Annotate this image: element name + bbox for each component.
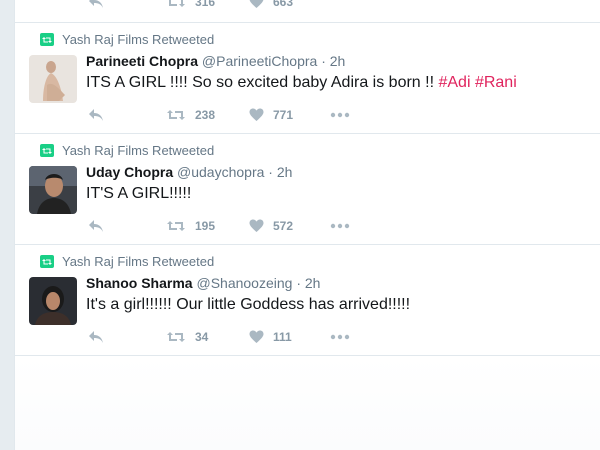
retweet-icon <box>40 33 54 46</box>
retweet-count: 238 <box>195 108 216 122</box>
retweet-button[interactable]: 316 <box>166 0 215 12</box>
more-button[interactable] <box>330 327 350 347</box>
like-button[interactable]: 572 <box>249 216 293 236</box>
reply-icon <box>89 220 103 232</box>
like-count: 663 <box>273 0 294 9</box>
retweet-button[interactable]: 34 <box>166 327 208 347</box>
avatar[interactable] <box>29 166 77 214</box>
tweet-text: ITS A GIRL !!!! So so excited baby Adira… <box>86 72 517 94</box>
like-count: 572 <box>273 219 294 233</box>
tweet-actions: 316 663 <box>86 0 506 12</box>
retweet-context: Yash Raj Films Retweeted <box>40 32 215 48</box>
retweet-count: 316 <box>195 0 216 9</box>
more-icon <box>330 334 350 340</box>
more-button[interactable] <box>330 105 350 125</box>
avatar[interactable] <box>29 277 77 325</box>
reply-button[interactable] <box>88 0 104 12</box>
tweet[interactable]: Yash Raj Films Retweeted Uday Chopra @ud… <box>15 134 600 245</box>
timestamp[interactable]: · 2h <box>321 53 345 69</box>
retweet-button[interactable]: 195 <box>166 216 215 236</box>
more-button[interactable] <box>330 216 350 236</box>
heart-icon <box>249 108 264 121</box>
retweet-icon <box>167 110 185 120</box>
tweet[interactable]: Yash Raj Films Retweeted Parineeti Chopr… <box>15 23 600 134</box>
timestamp[interactable]: · 2h <box>296 275 320 291</box>
tweet-header: Parineeti Chopra @ParineetiChopra · 2h <box>86 52 345 70</box>
like-count: 771 <box>273 108 294 122</box>
hashtag-link[interactable]: #Rani <box>475 74 517 91</box>
tweet-actions: 238 771 <box>86 105 506 125</box>
tweet-header: Shanoo Sharma @Shanoozeing · 2h <box>86 274 320 292</box>
heart-icon <box>249 219 264 232</box>
reply-button[interactable] <box>88 216 104 236</box>
tweet-actions: 34 111 <box>86 327 506 347</box>
retweet-count: 195 <box>195 219 216 233</box>
reply-icon <box>89 331 103 343</box>
user-handle[interactable]: @Shanoozeing <box>196 275 292 291</box>
tweet-actions: 195 572 <box>86 216 506 236</box>
retweet-context-label: Yash Raj Films Retweeted <box>62 254 215 269</box>
timestamp[interactable]: · 2h <box>268 164 292 180</box>
user-name[interactable]: Uday Chopra <box>86 164 173 180</box>
tweet-text: IT'S A GIRL!!!!! <box>86 185 192 202</box>
like-count: 111 <box>273 330 292 344</box>
like-button[interactable]: 771 <box>249 105 293 125</box>
heart-icon <box>249 330 264 343</box>
tweet-text: It's a girl!!!!!! Our little Goddess has… <box>86 296 411 313</box>
heart-icon <box>249 0 264 8</box>
retweet-icon <box>167 221 185 231</box>
faded-area <box>15 356 600 450</box>
retweet-icon <box>167 0 185 7</box>
retweet-button[interactable]: 238 <box>166 105 215 125</box>
reply-button[interactable] <box>88 327 104 347</box>
more-icon <box>330 223 350 229</box>
tweet-partial[interactable]: 316 663 <box>15 0 600 23</box>
user-name[interactable]: Shanoo Sharma <box>86 275 193 291</box>
retweet-context: Yash Raj Films Retweeted <box>40 143 215 159</box>
user-name[interactable]: Parineeti Chopra <box>86 53 198 69</box>
avatar[interactable] <box>29 55 77 103</box>
hashtag-link[interactable]: #Adi <box>438 74 470 91</box>
reply-icon <box>89 0 103 8</box>
timeline: 316 663 Yash Raj Films Retweeted Parinee… <box>14 0 600 450</box>
retweet-context-label: Yash Raj Films Retweeted <box>62 32 215 47</box>
retweet-icon <box>167 332 185 342</box>
user-handle[interactable]: @udaychopra <box>177 164 264 180</box>
like-button[interactable]: 111 <box>249 327 292 347</box>
retweet-context: Yash Raj Films Retweeted <box>40 254 215 270</box>
tweet-body: ITS A GIRL !!!! So so excited baby Adira… <box>86 74 439 91</box>
reply-icon <box>89 109 103 121</box>
reply-button[interactable] <box>88 105 104 125</box>
retweet-icon <box>40 255 54 268</box>
like-button[interactable]: 663 <box>249 0 293 12</box>
retweet-context-label: Yash Raj Films Retweeted <box>62 143 215 158</box>
tweet-header: Uday Chopra @udaychopra · 2h <box>86 163 292 181</box>
user-handle[interactable]: @ParineetiChopra <box>202 53 317 69</box>
tweet[interactable]: Yash Raj Films Retweeted Shanoo Sharma @… <box>15 245 600 356</box>
retweet-count: 34 <box>195 330 209 344</box>
more-icon <box>330 112 350 118</box>
retweet-icon <box>40 144 54 157</box>
